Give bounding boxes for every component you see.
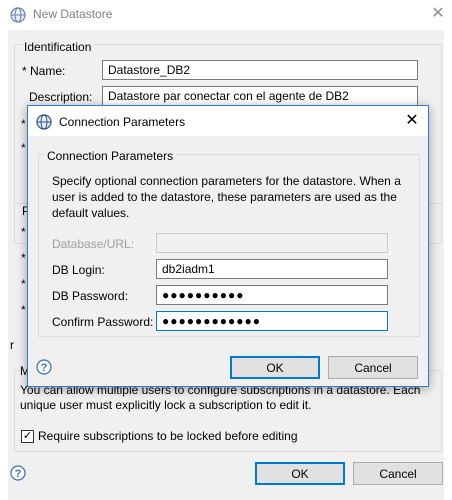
inner-window-title: Connection Parameters — [59, 115, 186, 129]
app-globe-icon — [36, 114, 52, 130]
multi-user-description: You can allow multiple users to configur… — [20, 383, 421, 412]
row-marker: * — [21, 251, 26, 265]
lock-subscriptions-checkbox[interactable]: ✓ — [21, 430, 34, 443]
outer-cancel-button[interactable]: Cancel — [353, 462, 443, 485]
name-label: * Name: — [22, 64, 66, 78]
edge-letter: r — [10, 338, 14, 352]
connection-parameters-description: Specify optional connection parameters f… — [52, 174, 401, 220]
database-url-label: Database/URL: — [52, 237, 135, 251]
connection-parameters-dialog: Connection Parameters ✕ Connection Param… — [27, 105, 429, 387]
outer-window-title: New Datastore — [33, 7, 113, 21]
description-label: Description: — [29, 90, 93, 104]
identification-legend: Identification — [22, 40, 94, 54]
help-icon[interactable]: ? — [36, 359, 52, 375]
help-icon[interactable]: ? — [10, 465, 26, 481]
row-marker: * — [21, 117, 26, 131]
svg-text:?: ? — [41, 362, 48, 374]
row-marker: * — [21, 225, 26, 239]
outer-close-icon[interactable]: ✕ — [428, 4, 448, 24]
row-marker: * — [21, 277, 26, 291]
db-password-label: DB Password: — [52, 289, 129, 303]
inner-ok-button[interactable]: OK — [230, 356, 320, 379]
svg-text:?: ? — [15, 468, 22, 480]
confirm-password-label: Confirm Password: — [52, 315, 154, 329]
app-globe-icon — [10, 7, 26, 23]
database-url-field — [156, 233, 388, 253]
db-password-field[interactable]: ●●●●●●●●●● — [156, 285, 388, 305]
inner-cancel-button[interactable]: Cancel — [328, 356, 418, 379]
inner-close-icon[interactable]: ✕ — [402, 111, 422, 131]
confirm-password-field[interactable]: ●●●●●●●●●●●● — [156, 311, 388, 331]
db-login-field[interactable]: db2iadm1 — [156, 259, 388, 279]
row-marker: * — [21, 141, 26, 155]
connection-parameters-legend: Connection Parameters — [44, 149, 177, 163]
lock-subscriptions-label: Require subscriptions to be locked befor… — [38, 429, 298, 443]
db-login-label: DB Login: — [52, 263, 105, 277]
name-field[interactable]: Datastore_DB2 — [102, 60, 418, 80]
outer-ok-button[interactable]: OK — [255, 462, 345, 485]
row-marker: * — [21, 303, 26, 317]
description-field[interactable]: Datastore par conectar con el agente de … — [102, 86, 418, 106]
